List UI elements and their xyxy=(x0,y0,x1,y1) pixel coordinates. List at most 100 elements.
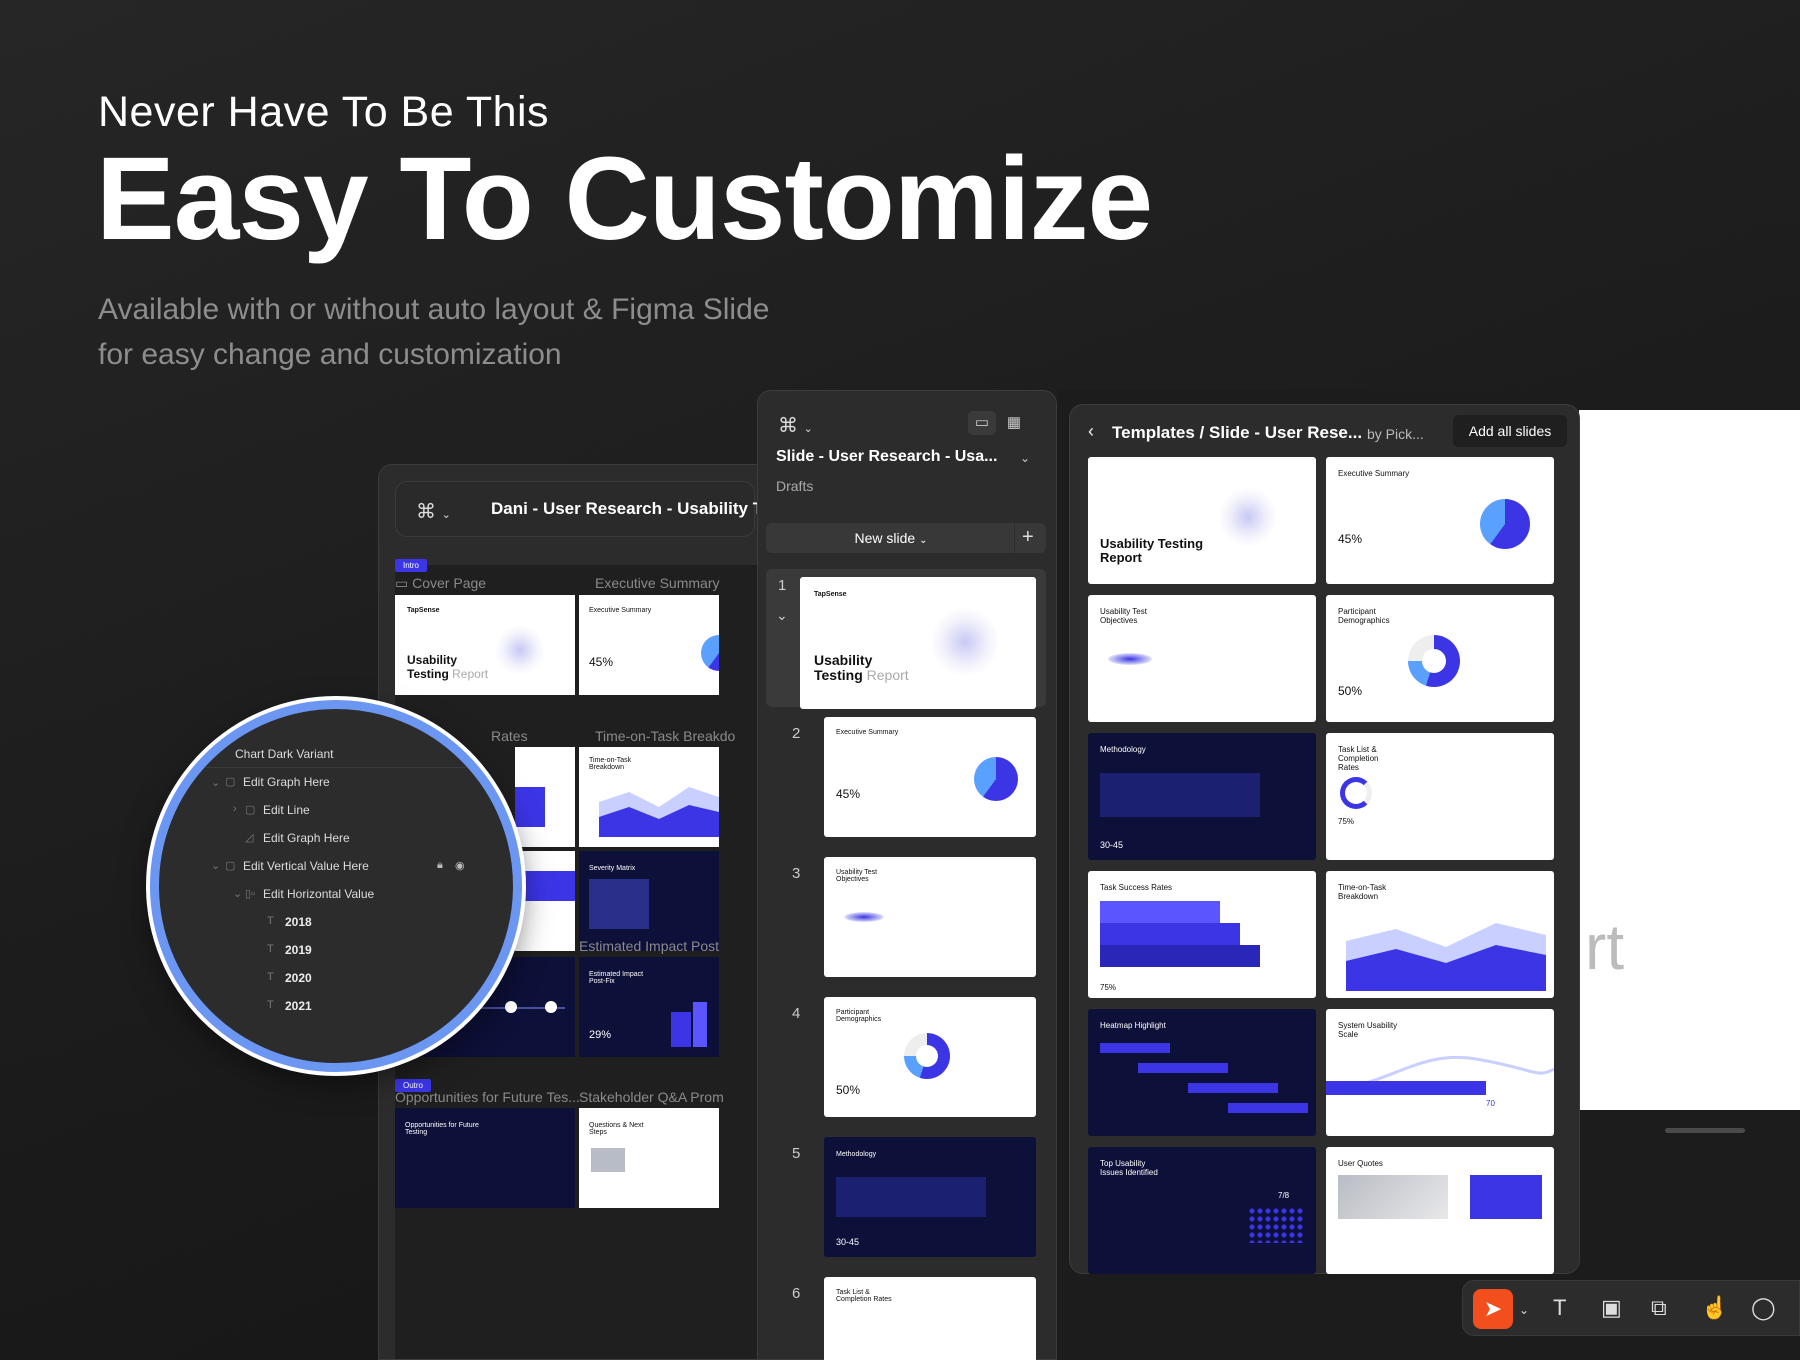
lock-icon[interactable]: 🔒︎ xyxy=(437,859,443,872)
layer-text-2020[interactable]: 2020 xyxy=(285,971,312,985)
new-slide-label: New slide xyxy=(854,530,916,546)
frame-rates-continued[interactable] xyxy=(515,851,575,951)
card-title: Time-on-Task Breakdown xyxy=(1338,883,1387,901)
slide-item-2[interactable]: 2 Executive Summary 45% xyxy=(766,717,1046,843)
slide-canvas[interactable]: rt xyxy=(1579,410,1800,1110)
template-card-user-quotes[interactable]: User Quotes xyxy=(1326,1147,1554,1274)
scrollbar[interactable] xyxy=(1665,1128,1745,1133)
area-chart xyxy=(1346,923,1546,991)
frame-questions[interactable]: Questions & Next Steps xyxy=(579,1108,719,1208)
arc-gauge xyxy=(1340,777,1372,809)
hero-description-line: Available with or without auto layout & … xyxy=(98,293,770,326)
file-title[interactable]: Dani - User Research - Usability Tes xyxy=(491,499,757,519)
frame-cover-page[interactable]: TapSense Usability Testing Report xyxy=(395,595,575,695)
frame-severity-matrix[interactable]: Severity Matrix xyxy=(579,851,719,951)
template-card-top-issues[interactable]: Top Usability Issues Identified 7/8 xyxy=(1088,1147,1316,1274)
hero-description-line: for easy change and customization xyxy=(98,338,562,371)
new-slide-button[interactable]: New slide ⌄ xyxy=(766,530,1016,546)
chevron-down-icon[interactable]: ⌄ xyxy=(233,887,242,900)
template-author: by Pick... xyxy=(1367,426,1424,442)
frame-heading: Severity Matrix xyxy=(589,865,636,872)
card-stat: 70 xyxy=(1486,1099,1495,1108)
card-title: Usability Test Objectives xyxy=(1100,607,1147,625)
frame-executive-summary[interactable]: Executive Summary 45% xyxy=(579,595,719,695)
layers-magnifier: Chart Dark Variant ⌄ ▢ Edit Graph Here ›… xyxy=(150,700,522,1072)
table-block xyxy=(836,1177,986,1217)
slide-stat: 30-45 xyxy=(836,1237,860,1247)
slide-thumbnail: Methodology 30-45 xyxy=(824,1137,1036,1257)
pie-chart xyxy=(1480,499,1530,549)
interaction-tool-icon[interactable]: ☝ xyxy=(1701,1295,1728,1321)
title-word: Usability xyxy=(814,652,873,668)
area-chart xyxy=(599,787,719,837)
chevron-down-icon[interactable]: ⌄ xyxy=(211,859,220,872)
template-card-methodology[interactable]: Methodology 30-45 xyxy=(1088,733,1316,860)
donut-chart xyxy=(904,1033,950,1079)
layer-vertical-value[interactable]: Edit Vertical Value Here xyxy=(243,859,369,873)
template-card-objectives[interactable]: Usability Test Objectives xyxy=(1088,595,1316,722)
frame-estimated-impact[interactable]: Estimated Impact Post-Fix 29% xyxy=(579,957,719,1057)
wave-graphic xyxy=(1108,653,1152,665)
chevron-right-icon[interactable]: › xyxy=(233,803,237,815)
grid-view-icon[interactable]: ▦ xyxy=(1000,411,1028,435)
text-icon: T xyxy=(267,915,274,927)
chevron-down-icon[interactable]: ⌄ xyxy=(211,776,220,789)
file-title[interactable]: Slide - User Research - Usa... xyxy=(776,448,997,466)
text-tool-icon[interactable]: T xyxy=(1553,1295,1566,1321)
template-card-task-list[interactable]: Task List & Completion Rates 75% xyxy=(1326,733,1554,860)
slide-thumbnail: Usability Test Objectives xyxy=(824,857,1036,977)
figma-logo-icon[interactable]: ⌘ ⌄ xyxy=(778,413,813,438)
timeline-dot xyxy=(545,1001,557,1013)
template-card-task-success[interactable]: Task Success Rates 75% xyxy=(1088,871,1316,998)
back-chevron-icon[interactable]: ‹ xyxy=(1088,421,1094,442)
template-card-exec-summary[interactable]: Executive Summary 45% xyxy=(1326,457,1554,584)
layer-text-2021[interactable]: 2021 xyxy=(285,999,312,1013)
text-icon: T xyxy=(267,999,274,1011)
slide-item-3[interactable]: 3 Usability Test Objectives xyxy=(766,857,1046,983)
file-location[interactable]: Drafts xyxy=(776,478,813,494)
frame-time-on-task[interactable]: Time-on-Task Breakdown xyxy=(579,747,719,847)
layer-chart-variant[interactable]: Chart Dark Variant xyxy=(235,747,333,761)
move-tool-icon[interactable]: ➤ xyxy=(1473,1289,1513,1329)
section-label-estimated-impact: Estimated Impact Post xyxy=(579,938,720,954)
template-card-time-on-task[interactable]: Time-on-Task Breakdown xyxy=(1326,871,1554,998)
slide-number: 1 xyxy=(778,577,787,594)
file-header[interactable]: ⌘ ⌄ Dani - User Research - Usability Tes xyxy=(395,481,757,537)
brand-logo: TapSense xyxy=(407,607,440,614)
template-card-sus[interactable]: System Usability Scale 70 xyxy=(1326,1009,1554,1136)
frame-rates[interactable] xyxy=(515,747,575,847)
figma-logo-icon[interactable]: ⌘ ⌄ xyxy=(416,499,451,524)
layer-text-2018[interactable]: 2018 xyxy=(285,915,312,929)
template-card-cover[interactable]: Usability Testing Report xyxy=(1088,457,1316,584)
slide-item-1[interactable]: 1 ⌄ TapSense Usability Testing Report xyxy=(766,569,1046,709)
chevron-down-icon: ⌄ xyxy=(919,535,928,546)
single-view-icon[interactable]: ▭ xyxy=(968,411,996,435)
template-card-heatmap[interactable]: Heatmap Highlight xyxy=(1088,1009,1316,1136)
template-card-demographics[interactable]: Participant Demographics 50% xyxy=(1326,595,1554,722)
bar-block xyxy=(1100,945,1260,967)
chevron-down-icon[interactable]: ⌄ xyxy=(1020,451,1030,465)
slide-number: 4 xyxy=(792,1005,801,1022)
layer-edit-line[interactable]: Edit Line xyxy=(263,803,310,817)
add-all-slides-button[interactable]: Add all slides xyxy=(1453,415,1567,447)
image-tool-icon[interactable]: ▣ xyxy=(1601,1295,1622,1321)
slide-item-6[interactable]: 6 Task List & Completion Rates xyxy=(766,1277,1046,1360)
add-slide-plus-icon[interactable]: + xyxy=(1022,526,1034,549)
frame-opportunities[interactable]: Opportunities for Future Testing xyxy=(395,1108,575,1208)
slide-item-4[interactable]: 4 Participant Demographics 50% xyxy=(766,997,1046,1123)
chevron-down-icon[interactable]: ⌄ xyxy=(776,607,788,624)
slide-item-5[interactable]: 5 Methodology 30-45 xyxy=(766,1137,1046,1263)
layer-text-2019[interactable]: 2019 xyxy=(285,943,312,957)
layer-edit-graph-2[interactable]: Edit Graph Here xyxy=(263,831,350,845)
templates-breadcrumb[interactable]: Templates / Slide - User Rese... xyxy=(1112,423,1362,443)
slide-thumbnail: Task List & Completion Rates xyxy=(824,1277,1036,1360)
comment-tool-icon[interactable]: ◯ xyxy=(1751,1295,1776,1321)
bar-block xyxy=(1100,923,1240,945)
chevron-down-icon[interactable]: ⌄ xyxy=(1519,1303,1529,1317)
layer-edit-graph[interactable]: Edit Graph Here xyxy=(243,775,330,789)
layer-horizontal-value[interactable]: Edit Horizontal Value xyxy=(263,887,374,901)
quote-block xyxy=(1470,1175,1542,1219)
slide-thumbnail: Executive Summary 45% xyxy=(824,717,1036,837)
shape-tool-icon[interactable]: ⧉ xyxy=(1651,1295,1667,1321)
eye-icon[interactable]: ◉ xyxy=(455,859,465,872)
